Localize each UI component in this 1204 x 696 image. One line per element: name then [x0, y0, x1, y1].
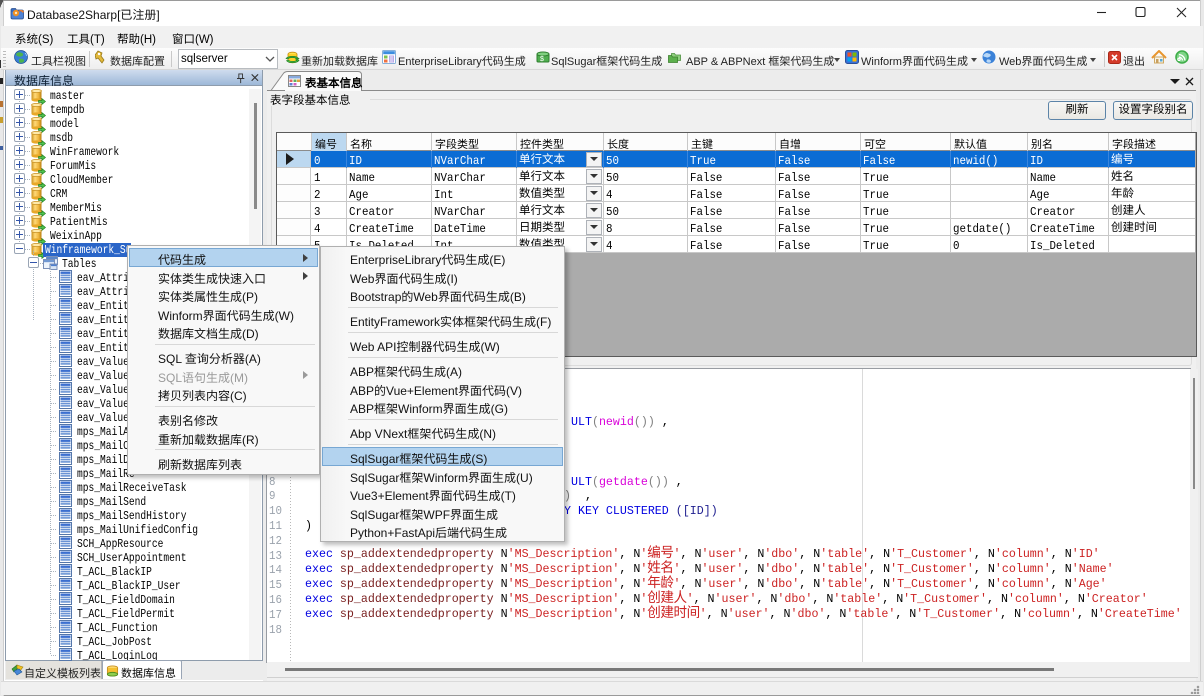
- svg-text:$: $: [540, 56, 544, 63]
